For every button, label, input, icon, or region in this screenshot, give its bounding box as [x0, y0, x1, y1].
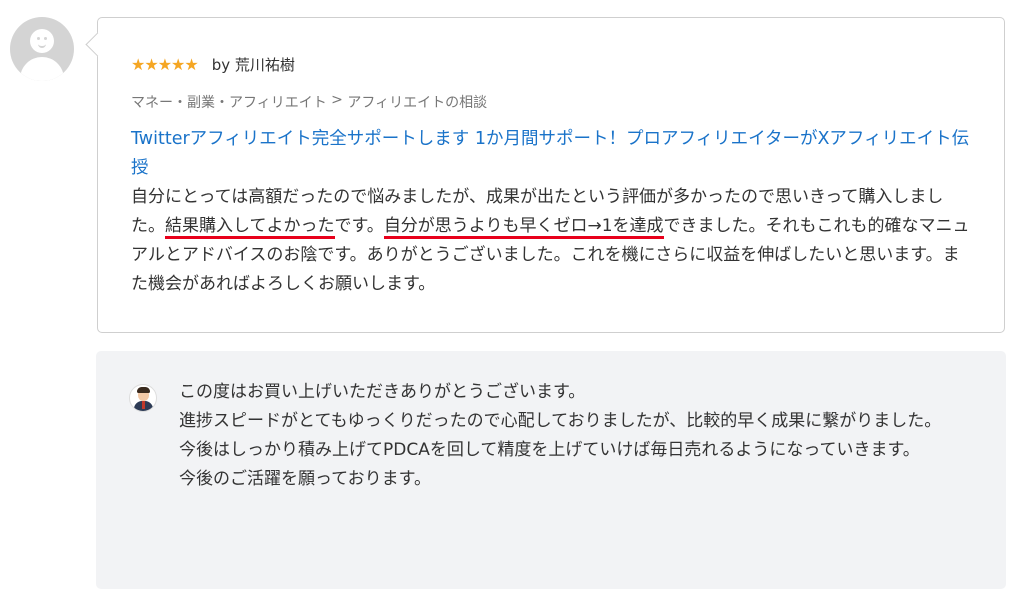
avatar-eye-left	[37, 37, 40, 40]
rating-row: ★★★★★ by 荒川祐樹	[131, 53, 295, 75]
seller-avatar-icon[interactable]	[129, 384, 157, 412]
reply-line: この度はお買い上げいただきありがとうございます。	[179, 382, 586, 402]
breadcrumb-separator: >	[326, 92, 348, 108]
reviewer-name: by 荒川祐樹	[211, 55, 295, 74]
reply-line: 今後のご活躍を願っております。	[179, 469, 431, 489]
review-highlight: 結果購入してよかった	[165, 216, 335, 239]
reply-line: 進捗スピードがとてもゆっくりだったので心配しておりましたが、比較的早く成果に繋が…	[179, 411, 942, 431]
seller-reply-text: この度はお買い上げいただきありがとうございます。 進捗スピードがとてもゆっくりだ…	[179, 378, 979, 494]
review-text-part: です。	[334, 216, 384, 236]
reviewer-avatar-icon[interactable]	[10, 17, 74, 81]
seller-avatar-tie	[142, 401, 145, 409]
category-breadcrumb: マネー・副業・アフィリエイト > アフィリエイトの相談	[131, 92, 487, 112]
seller-reply-card: この度はお買い上げいただきありがとうございます。 進捗スピードがとてもゆっくりだ…	[96, 351, 1006, 589]
avatar-head	[30, 29, 54, 53]
avatar-shoulders	[20, 57, 64, 81]
review-card: ★★★★★ by 荒川祐樹 マネー・副業・アフィリエイト > アフィリエイトの相…	[85, 17, 1005, 333]
breadcrumb-category[interactable]: マネー・副業・アフィリエイト	[131, 92, 327, 112]
reply-line: 今後はしっかり積み上げてPDCAを回して精度を上げていけば毎日売れるようになって…	[179, 440, 920, 460]
review-text: 自分にとっては高額だったので悩みましたが、成果が出たという評価が多かったので思い…	[131, 183, 976, 299]
seller-avatar-hair	[137, 387, 150, 393]
service-title-link[interactable]: Twitterアフィリエイト完全サポートします 1か月間サポート！プロアフィリエ…	[131, 125, 971, 183]
review-highlight: 自分が思うよりも早くゼロ→1を達成	[383, 216, 664, 239]
avatar-mouth	[38, 42, 46, 48]
breadcrumb-subcategory[interactable]: アフィリエイトの相談	[347, 92, 487, 112]
avatar-eye-right	[44, 37, 47, 40]
review-card-pointer	[85, 32, 110, 57]
star-rating-icon: ★★★★★	[131, 54, 199, 74]
